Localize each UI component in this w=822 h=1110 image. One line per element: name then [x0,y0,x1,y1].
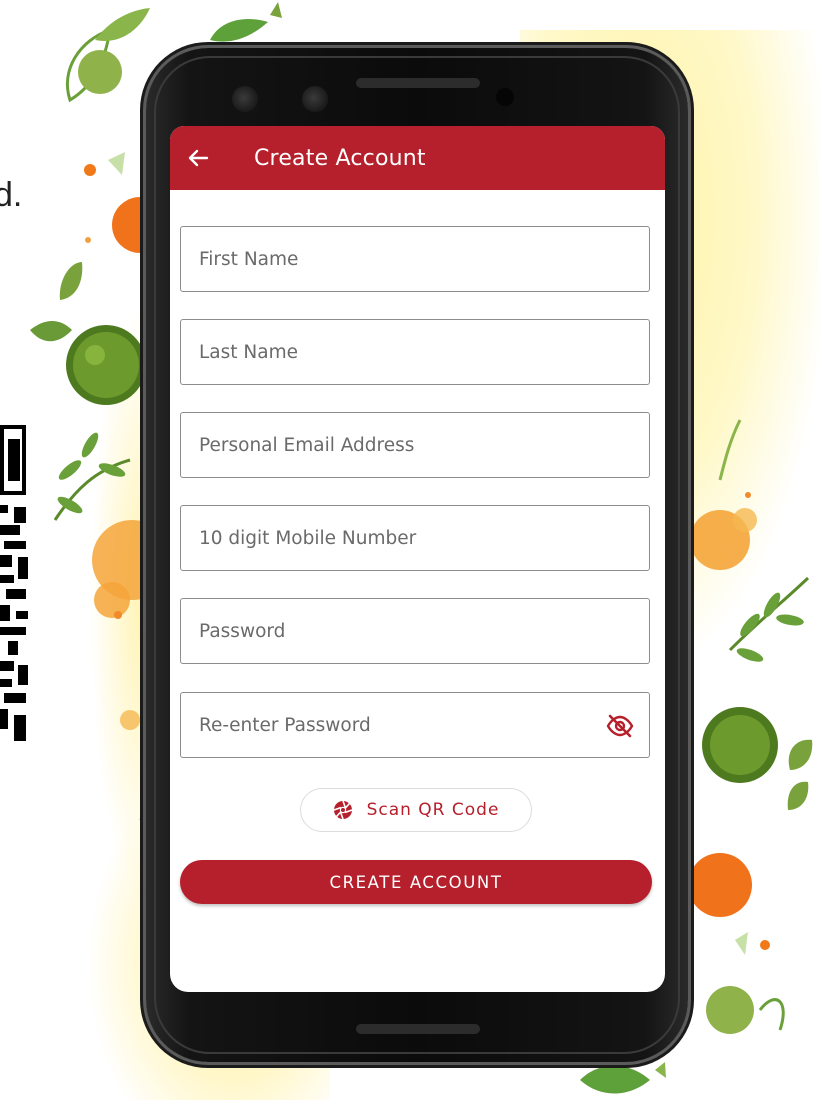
page-title: Create Account [254,145,426,171]
password-input[interactable] [181,599,649,663]
mobile-input[interactable] [181,506,649,570]
password-visibility-toggle[interactable] [605,712,635,740]
first-name-field[interactable] [180,226,650,292]
email-field[interactable] [180,412,650,478]
front-camera-icon [232,86,258,112]
app-screen: Create Account Scan QR Code C [170,126,665,992]
front-camera-icon [302,86,328,112]
back-button[interactable] [170,126,226,190]
app-bar: Create Account [170,126,665,190]
email-input[interactable] [181,413,649,477]
phone-side-button [688,392,693,542]
earpiece-speaker [356,78,480,88]
eye-off-icon [606,714,634,738]
last-name-field[interactable] [180,319,650,385]
camera-shutter-icon [333,800,352,820]
arrow-left-icon [188,149,209,167]
last-name-input[interactable] [181,320,649,384]
leaf-decoration-top [210,2,282,42]
scan-qr-code-label: Scan QR Code [366,800,500,820]
partial-background-text: d. [0,176,23,214]
qr-code-graphic [0,425,28,741]
reenter-password-field[interactable] [180,692,650,758]
mobile-field[interactable] [180,505,650,571]
fruit-leaf-decoration-right [690,419,813,1034]
create-account-button[interactable]: CREATE ACCOUNT [180,860,652,904]
bottom-speaker [356,1024,480,1034]
scan-qr-code-button[interactable]: Scan QR Code [300,788,532,832]
phone-side-button [688,268,694,338]
reenter-password-input[interactable] [181,693,649,757]
password-field[interactable] [180,598,650,664]
first-name-input[interactable] [181,227,649,291]
proximity-sensor [496,88,514,106]
